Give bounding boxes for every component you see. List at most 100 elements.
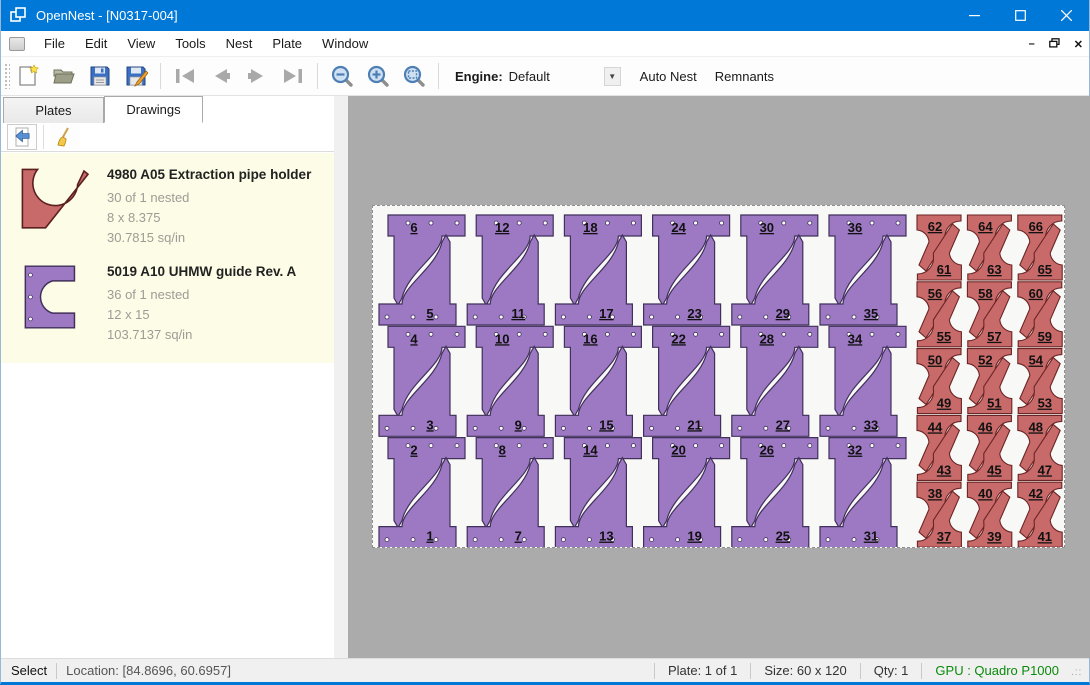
engine-dropdown-button[interactable]: ▼ <box>604 67 621 86</box>
nested-part-pair[interactable]: 4039 <box>967 482 1011 547</box>
nested-part-pair[interactable]: 3635 <box>820 215 906 325</box>
save-as-button[interactable] <box>118 61 154 91</box>
nested-part-pair[interactable]: 65 <box>379 215 465 325</box>
resize-grip[interactable]: .:: <box>1071 667 1085 681</box>
part-number-label: 51 <box>987 396 1001 411</box>
drawing-item[interactable]: 5019 A10 UHMW guide Rev. A 36 of 1 neste… <box>1 256 347 353</box>
import-arrow-icon <box>11 126 33 148</box>
zoom-in-button[interactable] <box>360 61 396 91</box>
nested-part-pair[interactable]: 5655 <box>917 282 961 347</box>
nested-part-pair[interactable]: 4847 <box>1018 415 1062 480</box>
minimize-button[interactable] <box>951 0 997 31</box>
nested-part-pair[interactable]: 3029 <box>732 215 818 325</box>
nested-part-pair[interactable]: 2423 <box>644 215 730 325</box>
menu-item-view[interactable]: View <box>117 32 165 55</box>
part-number-label: 16 <box>583 331 597 346</box>
go-first-button[interactable] <box>167 61 203 91</box>
minimize-icon <box>969 10 980 21</box>
part-number-label: 50 <box>928 353 942 368</box>
part-number-label: 4 <box>410 331 418 346</box>
mdi-minimize-button[interactable]: – <box>1029 38 1035 50</box>
nested-part-pair[interactable]: 6463 <box>967 215 1011 280</box>
engine-combobox[interactable]: Default <box>509 69 604 84</box>
close-button[interactable] <box>1043 0 1089 31</box>
nested-part-pair[interactable]: 3231 <box>820 438 906 547</box>
part-number-label: 60 <box>1029 286 1043 301</box>
mdi-restore-button[interactable] <box>1049 38 1060 51</box>
drawing-thumbnail-purple <box>15 264 87 330</box>
auto-nest-button[interactable]: Auto Nest <box>631 69 706 84</box>
go-last-button[interactable] <box>275 61 311 91</box>
nested-part-pair[interactable]: 21 <box>379 438 465 547</box>
nested-part-pair[interactable]: 2221 <box>644 326 730 436</box>
menu-item-nest[interactable]: Nest <box>216 32 263 55</box>
nested-part-pair[interactable]: 5453 <box>1018 349 1062 414</box>
nested-part-pair[interactable]: 6059 <box>1018 282 1062 347</box>
panel-splitter[interactable] <box>334 96 348 658</box>
nested-part-pair[interactable]: 6261 <box>917 215 961 280</box>
nested-part-pair[interactable]: 1615 <box>555 326 641 436</box>
nested-part-pair[interactable]: 6665 <box>1018 215 1062 280</box>
toolbar-separator <box>43 125 44 149</box>
menu-item-tools[interactable]: Tools <box>165 32 215 55</box>
part-number-label: 63 <box>987 262 1001 277</box>
drawing-item[interactable]: 4980 A05 Extraction pipe holder 30 of 1 … <box>1 159 347 256</box>
nested-part-pair[interactable]: 87 <box>467 438 553 547</box>
nested-part-pair[interactable]: 3433 <box>820 326 906 436</box>
remnants-button[interactable]: Remnants <box>706 69 783 84</box>
part-number-label: 47 <box>1038 462 1052 477</box>
open-file-button[interactable] <box>46 61 82 91</box>
nest-canvas[interactable]: 65 1211 1817 2423 3029 3635 43 109 1615 <box>348 96 1090 658</box>
title-bar: OpenNest - [N0317-004] <box>1 0 1089 31</box>
nested-part-pair[interactable]: 2625 <box>732 438 818 547</box>
save-icon <box>89 65 111 87</box>
mdi-close-button[interactable]: ✕ <box>1074 38 1083 51</box>
tab-drawings[interactable]: Drawings <box>104 96 203 123</box>
nested-part-pair[interactable]: 109 <box>467 326 553 436</box>
menu-item-window[interactable]: Window <box>312 32 378 55</box>
menu-item-edit[interactable]: Edit <box>75 32 117 55</box>
mdi-window-controls: – ✕ <box>1029 31 1083 57</box>
nested-part-pair[interactable]: 5857 <box>967 282 1011 347</box>
part-number-label: 38 <box>928 486 942 501</box>
menu-bar: FileEditViewToolsNestPlateWindow <box>1 31 1089 57</box>
drawing-title: 5019 A10 UHMW guide Rev. A <box>107 264 296 279</box>
nested-part-pair[interactable]: 1211 <box>467 215 553 325</box>
plate-sheet[interactable]: 65 1211 1817 2423 3029 3635 43 109 1615 <box>372 205 1065 548</box>
nested-part-pair[interactable]: 1413 <box>555 438 641 547</box>
nested-part-pair[interactable]: 4241 <box>1018 482 1062 547</box>
nested-part-pair[interactable]: 5049 <box>917 349 961 414</box>
go-next-button[interactable] <box>239 61 275 91</box>
save-button[interactable] <box>82 61 118 91</box>
nested-part-pair[interactable]: 4443 <box>917 415 961 480</box>
part-number-label: 5 <box>426 306 433 321</box>
import-drawing-button[interactable] <box>7 124 37 150</box>
app-window: OpenNest - [N0317-004] FileEditViewTools… <box>0 0 1090 685</box>
part-number-label: 31 <box>864 529 878 544</box>
go-first-icon <box>173 67 197 85</box>
nested-part-pair[interactable]: 4645 <box>967 415 1011 480</box>
nested-part-pair[interactable]: 1817 <box>555 215 641 325</box>
menu-item-file[interactable]: File <box>34 32 75 55</box>
nested-part-pair[interactable]: 2827 <box>732 326 818 436</box>
go-previous-button[interactable] <box>203 61 239 91</box>
menu-item-plate[interactable]: Plate <box>262 32 312 55</box>
tab-plates[interactable]: Plates <box>3 97 104 123</box>
maximize-button[interactable] <box>997 0 1043 31</box>
clean-button[interactable] <box>50 124 80 150</box>
zoom-fit-button[interactable] <box>396 61 432 91</box>
statusbar-separator <box>750 663 751 679</box>
sidebar-tabs: Plates Drawings <box>1 96 347 123</box>
new-file-button[interactable] <box>10 61 46 91</box>
maximize-icon <box>1015 10 1026 21</box>
nested-part-pair[interactable]: 2019 <box>644 438 730 547</box>
nested-part-pair[interactable]: 43 <box>379 326 465 436</box>
drawing-size: 12 x 15 <box>107 305 296 325</box>
sidebar: Plates Drawings 4980 A05 Extraction p <box>1 96 348 658</box>
part-number-label: 23 <box>687 306 701 321</box>
part-number-label: 14 <box>583 443 598 458</box>
nested-part-pair[interactable]: 3837 <box>917 482 961 547</box>
zoom-out-button[interactable] <box>324 61 360 91</box>
nested-part-pair[interactable]: 5251 <box>967 349 1011 414</box>
drawings-toolbar <box>1 123 347 152</box>
